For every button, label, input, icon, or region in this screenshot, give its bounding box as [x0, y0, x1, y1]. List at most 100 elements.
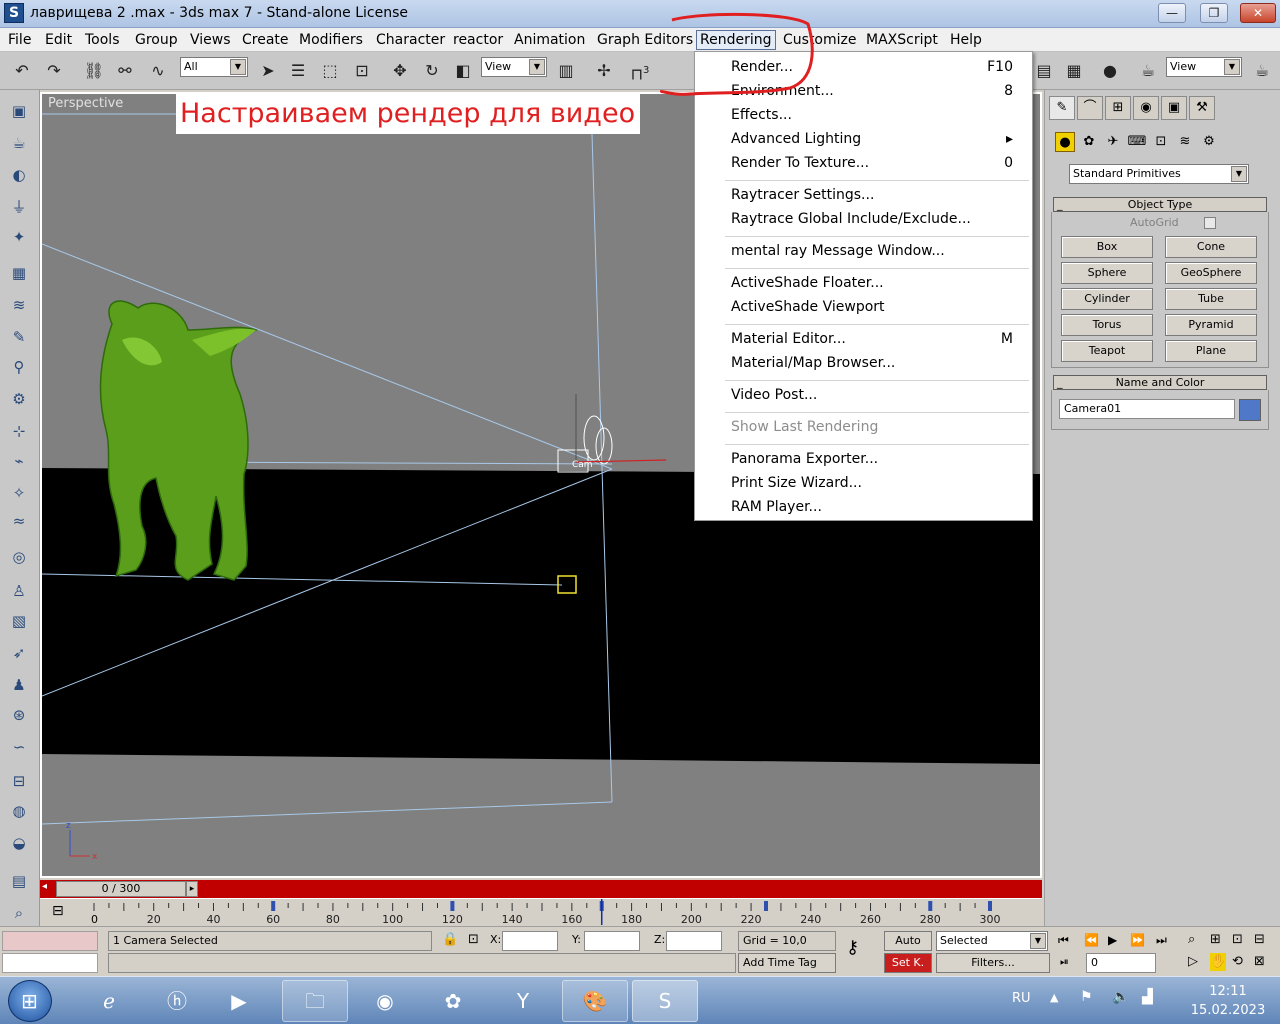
zoom-icon[interactable]: ⌕	[8, 902, 30, 924]
arc-rotate-icon[interactable]: ⟲	[1232, 953, 1243, 971]
display-tab-icon[interactable]: ▣	[1161, 96, 1187, 120]
create-cloth-icon[interactable]: ▧	[8, 610, 30, 632]
maxscript-listener-mini[interactable]	[2, 931, 98, 951]
key-marker[interactable]	[271, 901, 276, 911]
window-crossing-icon[interactable]: ⊡	[350, 59, 374, 83]
rendering-menu-item[interactable]: Video Post...	[731, 384, 1021, 406]
time-prev-icon[interactable]: ◂	[42, 881, 47, 892]
move-icon[interactable]: ✥	[388, 59, 412, 83]
category-dropdown[interactable]: Standard Primitives ▼	[1069, 164, 1249, 184]
material-editor-icon[interactable]: ●	[1098, 59, 1122, 83]
close-button[interactable]: ✕	[1240, 3, 1276, 23]
yandex-browser-icon[interactable]: Y	[490, 980, 556, 1022]
menu-create[interactable]: Create	[240, 31, 291, 49]
torus-button[interactable]: Torus	[1061, 314, 1153, 336]
set-key-button[interactable]: Set K.	[884, 953, 932, 973]
create-spring-icon[interactable]: ≋	[8, 294, 30, 316]
key-filter-dropdown[interactable]: Selected ▼	[936, 931, 1048, 951]
pivot-icon[interactable]: ▥	[554, 59, 578, 83]
create-biped-icon[interactable]: ♙	[8, 580, 30, 602]
spacewarps-icon[interactable]: ≋	[1175, 132, 1195, 152]
object-name-field[interactable]: Camera01	[1059, 399, 1235, 419]
menu-views[interactable]: Views	[188, 31, 233, 49]
menu-group[interactable]: Group	[133, 31, 180, 49]
pan-icon[interactable]: ✋	[1210, 953, 1227, 971]
motion-tab-icon[interactable]: ◉	[1133, 96, 1159, 120]
systems-icon[interactable]: ⚙	[1199, 132, 1219, 152]
object-type-rollout-header[interactable]: _ Object Type	[1053, 197, 1267, 212]
create-rope-icon[interactable]: ∽	[8, 736, 30, 758]
schematic-view-icon[interactable]: ▦	[1062, 59, 1086, 83]
previous-frame-icon[interactable]: ⏪	[1084, 931, 1099, 949]
create-wheel-icon[interactable]: ⊛	[8, 704, 30, 726]
rendering-menu-item[interactable]: ActiveShade Floater...	[731, 272, 1021, 294]
key-mode-icon[interactable]: ⏯	[1060, 953, 1069, 971]
cone-button[interactable]: Cone	[1165, 236, 1257, 258]
chrome-icon[interactable]: ◉	[352, 980, 418, 1022]
create-particle-icon[interactable]: ◎	[8, 546, 30, 568]
key-marker[interactable]	[928, 901, 933, 911]
y-coord-field[interactable]	[584, 931, 640, 951]
menu-animation[interactable]: Animation	[512, 31, 587, 49]
create-wave-icon[interactable]: ≈	[8, 510, 30, 532]
create-helper-icon[interactable]: ⊹	[8, 420, 30, 442]
rendering-menu-item[interactable]: mental ray Message Window...	[731, 240, 1021, 262]
menu-help[interactable]: Help	[948, 31, 984, 49]
curve-editor-icon[interactable]: ⊟	[52, 903, 64, 919]
menu-customize[interactable]: Customize	[781, 31, 859, 49]
menu-tools[interactable]: Tools	[83, 31, 122, 49]
redo-icon[interactable]: ↷	[42, 59, 66, 83]
select-manipulate-icon[interactable]: ✢	[592, 59, 616, 83]
maximize-button[interactable]: ❐	[1200, 3, 1228, 23]
maximize-viewport-icon[interactable]: ⊠	[1254, 953, 1265, 971]
pyramid-button[interactable]: Pyramid	[1165, 314, 1257, 336]
menu-character[interactable]: Character	[374, 31, 447, 49]
rectangle-selection-icon[interactable]: ⬚	[318, 59, 342, 83]
box-button[interactable]: Box	[1061, 236, 1153, 258]
create-tornado-icon[interactable]: ◍	[8, 800, 30, 822]
snap-toggle-icon[interactable]: ⊓3	[628, 59, 652, 83]
media-player-icon[interactable]: ▶	[206, 980, 272, 1022]
action-center-icon[interactable]: ⚑	[1080, 989, 1093, 1005]
rendering-menu-item[interactable]: Advanced Lighting ▸	[731, 128, 1021, 150]
add-time-tag-button[interactable]: Add Time Tag	[738, 953, 836, 973]
play-icon[interactable]: ▶	[1108, 931, 1117, 949]
zoom-extents-all-icon[interactable]: ⊟	[1254, 931, 1265, 949]
create-tab-icon[interactable]: ✎	[1049, 96, 1075, 120]
x-coord-field[interactable]	[502, 931, 558, 951]
create-spotlight-icon[interactable]: ⚲	[8, 356, 30, 378]
key-icon[interactable]: ⚷	[846, 939, 859, 957]
create-wind-icon[interactable]: ➶	[8, 642, 30, 664]
render-scene-icon[interactable]: ☕	[1136, 59, 1160, 83]
zoom-extents-icon[interactable]: ⊡	[1232, 931, 1243, 949]
rendering-menu-item[interactable]: Environment... 8	[731, 80, 1021, 102]
select-object-icon[interactable]: ➤	[256, 59, 280, 83]
volume-icon[interactable]: 🔈	[1112, 989, 1129, 1005]
rendering-menu-item[interactable]: Raytrace Global Include/Exclude...	[731, 208, 1021, 230]
track-view-icon[interactable]: ▤	[1032, 59, 1056, 83]
menu-maxscript[interactable]: MAXScript	[864, 31, 940, 49]
create-monitor-icon[interactable]: ⊟	[8, 770, 30, 792]
hp-icon[interactable]: ⓗ	[144, 980, 210, 1022]
absolute-mode-icon[interactable]: ⊡	[468, 931, 479, 949]
create-box-icon[interactable]: ▣	[8, 100, 30, 122]
helpers-icon[interactable]: ⊡	[1151, 132, 1171, 152]
key-marker[interactable]	[450, 901, 455, 911]
undo-icon[interactable]: ↶	[10, 59, 34, 83]
go-to-end-icon[interactable]: ⏭	[1156, 931, 1167, 949]
menu-modifiers[interactable]: Modifiers	[297, 31, 365, 49]
field-of-view-icon[interactable]: ▷	[1188, 953, 1198, 971]
create-figure-icon[interactable]: ♟	[8, 674, 30, 696]
track-bar-toggle[interactable]: ⊟	[40, 898, 86, 926]
hierarchy-tab-icon[interactable]: ⊞	[1105, 96, 1131, 120]
sphere-button[interactable]: Sphere	[1061, 262, 1153, 284]
start-button[interactable]: ⊞	[8, 980, 52, 1022]
tray-expand-icon[interactable]: ▲	[1050, 991, 1058, 1004]
cylinder-button[interactable]: Cylinder	[1061, 288, 1153, 310]
image-editor-icon[interactable]: ✿	[420, 980, 486, 1022]
key-marker[interactable]	[988, 901, 992, 911]
rendering-menu-item[interactable]: Material Editor... M	[731, 328, 1021, 350]
time-slider-thumb[interactable]: 0 / 300	[56, 881, 186, 897]
cameras-icon[interactable]: ⌨	[1127, 132, 1147, 152]
rotate-icon[interactable]: ↻	[420, 59, 444, 83]
